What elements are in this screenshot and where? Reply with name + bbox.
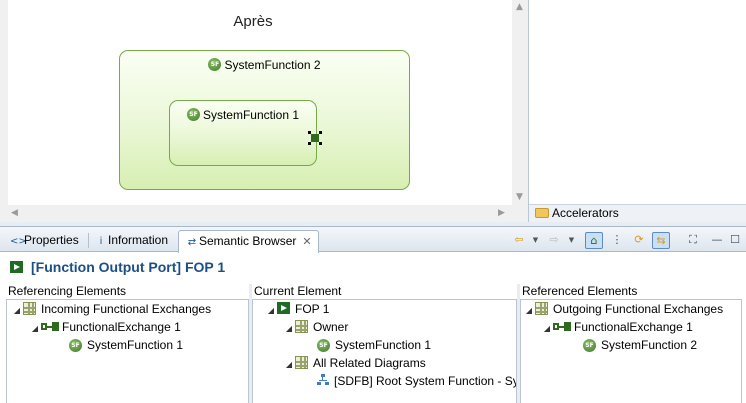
- system-function-1-box[interactable]: SF SystemFunction 1: [169, 100, 317, 166]
- accelerators-label: Accelerators: [552, 206, 619, 220]
- current-element-tree[interactable]: ◢ FOP 1 ◢ Owner SF SystemFunction 1 ◢ All Re…: [252, 300, 517, 403]
- system-function-icon: SF: [208, 58, 222, 72]
- referenced-tree[interactable]: ◢ Outgoing Functional Exchanges ◢ Function…: [520, 300, 742, 403]
- expand-arrow-icon[interactable]: ◢: [29, 320, 41, 338]
- minimize-icon[interactable]: —: [708, 232, 726, 249]
- semantic-browser-icon: ⇄: [187, 237, 197, 248]
- system-function-icon: SF: [317, 339, 330, 353]
- forward-icon[interactable]: ⇨: [545, 232, 563, 249]
- accelerators-drawer[interactable]: Accelerators: [529, 204, 746, 222]
- selection-handle[interactable]: [308, 142, 311, 145]
- information-icon: i: [99, 236, 103, 247]
- function-output-port-icon: [277, 302, 290, 314]
- category-icon: [295, 320, 308, 333]
- function-output-port-icon: [311, 134, 319, 142]
- referenced-elements-column: Referenced Elements ◢ Outgoing Functional…: [520, 284, 742, 403]
- tree-item[interactable]: SF SystemFunction 2: [583, 336, 697, 354]
- tree-item[interactable]: ◢ FunctionalExchange 1: [541, 318, 693, 336]
- tree-item[interactable]: ◢ Outgoing Functional Exchanges: [523, 300, 723, 318]
- layout-icon[interactable]: ⛶: [684, 232, 702, 249]
- tree-item[interactable]: SF SystemFunction 1: [69, 336, 183, 354]
- expand-arrow-icon[interactable]: ◢: [11, 302, 23, 320]
- palette-panel: Accelerators: [528, 0, 746, 222]
- tree-item[interactable]: ◢ Incoming Functional Exchanges: [11, 300, 211, 318]
- expand-arrow-icon[interactable]: ◢: [283, 320, 295, 338]
- selection-handle[interactable]: [319, 131, 322, 134]
- tree-item[interactable]: [SDFB] Root System Function - Sy: [317, 372, 516, 390]
- forward-menu-icon[interactable]: ▼: [567, 232, 576, 249]
- tab-information[interactable]: i Information: [88, 230, 174, 252]
- function-output-port-icon: [10, 261, 23, 273]
- vertical-scrollbar[interactable]: ▲ ▼: [512, 0, 528, 205]
- back-menu-icon[interactable]: ▼: [531, 232, 540, 249]
- tree-item[interactable]: ◢ All Related Diagrams: [283, 354, 426, 372]
- category-icon: [295, 356, 308, 369]
- back-icon[interactable]: ⇦: [510, 232, 528, 249]
- scroll-down-arrow-icon[interactable]: ▼: [516, 193, 523, 202]
- horizontal-scrollbar[interactable]: ◀ ▶: [8, 205, 512, 222]
- expand-arrow-icon[interactable]: ◢: [283, 356, 295, 374]
- current-element-header: [Function Output Port] FOP 1: [0, 253, 746, 281]
- link-with-editor-icon[interactable]: ⇆: [652, 232, 670, 249]
- expand-all-icon[interactable]: ⋮: [608, 232, 626, 249]
- diagram-canvas[interactable]: Après SF SystemFunction 2 SF SystemFunctio…: [8, 0, 512, 205]
- tab-properties[interactable]: <>Properties: [4, 230, 85, 252]
- diagram-icon: [317, 374, 329, 386]
- system-function-1-label: SF SystemFunction 1: [170, 107, 316, 122]
- bottom-view: <>Properties i Information ⇄ Semantic Brow…: [0, 226, 746, 403]
- element-title: [Function Output Port] FOP 1: [31, 259, 226, 275]
- tree-item[interactable]: ◢ Owner: [283, 318, 348, 336]
- diagram-editor: Après SF SystemFunction 2 SF SystemFunctio…: [0, 0, 528, 222]
- category-icon: [23, 302, 36, 315]
- column-header: Referenced Elements: [520, 284, 742, 300]
- scroll-left-arrow-icon[interactable]: ◀: [11, 209, 18, 218]
- tree-item[interactable]: SF SystemFunction 1: [317, 336, 431, 354]
- referencing-tree[interactable]: ◢ Incoming Functional Exchanges ◢ Function…: [6, 300, 249, 403]
- expand-arrow-icon[interactable]: ◢: [265, 302, 277, 320]
- close-icon[interactable]: ✕: [302, 232, 311, 252]
- maximize-icon[interactable]: ☐: [726, 232, 744, 249]
- tree-item[interactable]: ◢ FunctionalExchange 1: [29, 318, 181, 336]
- column-header: Current Element: [252, 284, 517, 300]
- expand-arrow-icon[interactable]: ◢: [541, 320, 553, 338]
- scroll-up-arrow-icon[interactable]: ▲: [516, 3, 523, 12]
- current-element-column: Current Element ◢ FOP 1 ◢ Owner SF SystemFu…: [252, 284, 517, 403]
- system-function-icon: SF: [186, 108, 200, 122]
- view-tab-bar: <>Properties i Information ⇄ Semantic Brow…: [0, 227, 746, 253]
- properties-icon: <>: [10, 236, 27, 247]
- tree-item[interactable]: ◢ FOP 1: [265, 300, 329, 318]
- folder-icon: [535, 208, 549, 218]
- selection-handle[interactable]: [319, 142, 322, 145]
- show-diagram-icon[interactable]: ⌂: [585, 232, 603, 249]
- system-function-icon: SF: [583, 339, 596, 353]
- system-function-icon: SF: [69, 339, 82, 353]
- diagram-title: Après: [233, 13, 273, 30]
- system-function-2-label: SF SystemFunction 2: [120, 57, 409, 72]
- referencing-elements-column: Referencing Elements ◢ Incoming Functiona…: [6, 284, 249, 403]
- category-icon: [535, 302, 548, 315]
- expand-arrow-icon[interactable]: ◢: [523, 302, 535, 320]
- scroll-right-arrow-icon[interactable]: ▶: [498, 209, 505, 218]
- column-header: Referencing Elements: [6, 284, 249, 300]
- tab-semantic-browser[interactable]: ⇄ Semantic Browser ✕: [178, 230, 319, 253]
- refresh-icon[interactable]: ⟳: [630, 232, 648, 249]
- functional-exchange-icon: [41, 321, 59, 332]
- palette-content: [529, 0, 746, 205]
- function-output-port-selected[interactable]: [308, 131, 322, 145]
- functional-exchange-icon: [553, 321, 571, 332]
- selection-handle[interactable]: [308, 131, 311, 134]
